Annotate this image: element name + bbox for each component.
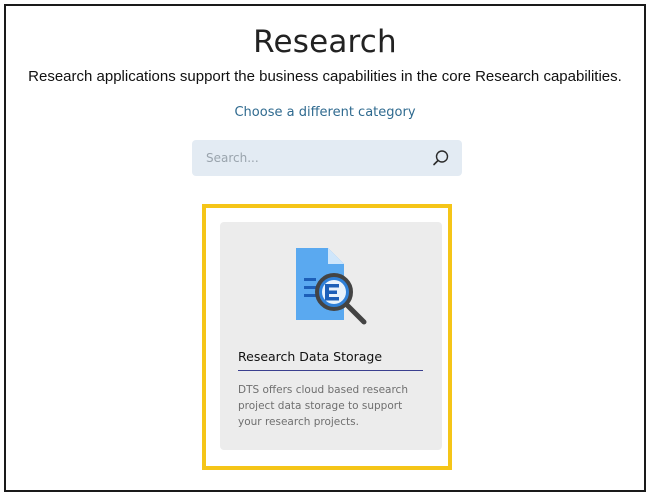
card-research-data-storage[interactable]: Research Data Storage DTS offers cloud b…: [220, 222, 442, 450]
card-divider: [238, 370, 423, 371]
document-search-icon: [296, 248, 367, 325]
page-subtitle: Research applications support the busine…: [28, 68, 622, 85]
card-title: Research Data Storage: [238, 349, 383, 364]
card-description: DTS offers cloud based research project …: [238, 384, 408, 428]
highlight-box: Research Data Storage DTS offers cloud b…: [202, 204, 452, 470]
page-frame: Research Research applications support t…: [4, 4, 646, 492]
search-box: [192, 140, 462, 176]
search-icon[interactable]: [432, 149, 450, 167]
choose-category-link[interactable]: Choose a different category: [6, 105, 644, 120]
page-title: Research: [253, 24, 397, 60]
search-input[interactable]: [192, 140, 422, 176]
